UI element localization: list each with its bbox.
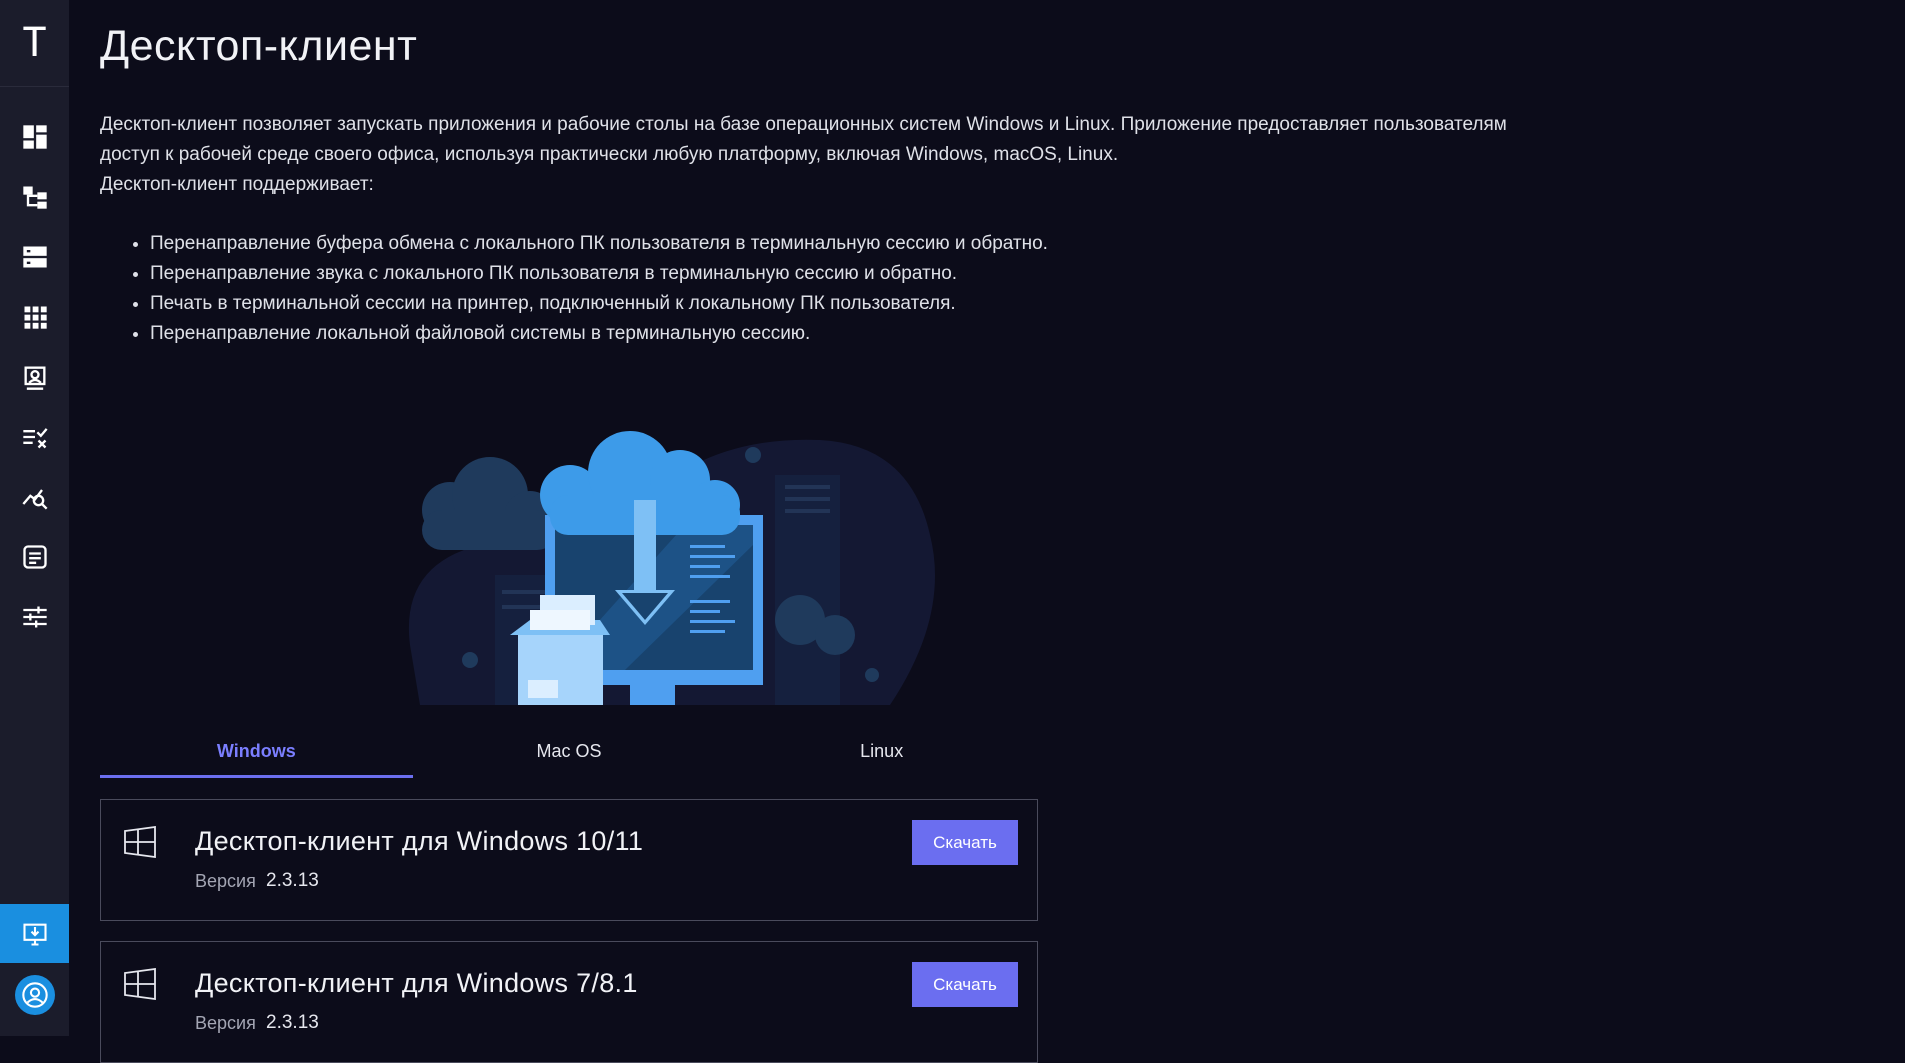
hierarchy-icon[interactable] <box>0 172 69 222</box>
version-value: 2.3.13 <box>266 870 319 891</box>
feature-item: Печать в терминальной сессии на принтер,… <box>150 289 1048 319</box>
intro-paragraph: Десктоп-клиент позволяет запускать прило… <box>100 114 1507 165</box>
app-logo[interactable]: T <box>0 0 69 87</box>
cloud-download-illustration <box>408 431 935 705</box>
download-card: Десктоп-клиент для Windows 10/11 Версия … <box>100 799 1038 921</box>
download-card: Десктоп-клиент для Windows 7/8.1 Версия … <box>100 941 1038 1063</box>
intro-text: Десктоп-клиент позволяет запускать прило… <box>100 110 1520 200</box>
os-tabs: Windows Mac OS Linux <box>100 724 1038 778</box>
user-avatar-icon[interactable] <box>14 975 55 1015</box>
windows-logo-icon <box>124 826 156 858</box>
card-title: Десктоп-клиент для Windows 10/11 <box>195 826 644 856</box>
feature-item: Перенаправление буфера обмена с локально… <box>150 229 1048 259</box>
card-title: Десктоп-клиент для Windows 7/8.1 <box>195 968 638 998</box>
version-label: Версия <box>195 1013 256 1033</box>
analytics-icon[interactable] <box>0 472 69 522</box>
version-label: Версия <box>195 871 256 891</box>
checklist-icon[interactable] <box>0 412 69 462</box>
sessions-icon[interactable] <box>0 532 69 582</box>
download-button[interactable]: Скачать <box>912 820 1018 865</box>
settings-sliders-icon[interactable] <box>0 592 69 642</box>
version-value: 2.3.13 <box>266 1012 319 1033</box>
download-button[interactable]: Скачать <box>912 962 1018 1007</box>
user-profile-icon[interactable] <box>0 352 69 402</box>
tab-macos[interactable]: Mac OS <box>413 724 726 778</box>
apps-grid-icon[interactable] <box>0 292 69 342</box>
sidebar: T <box>0 0 69 1036</box>
dashboard-icon[interactable] <box>0 112 69 162</box>
servers-icon[interactable] <box>0 232 69 282</box>
windows-logo-icon <box>124 968 156 1000</box>
page-title: Десктоп-клиент <box>100 22 418 70</box>
desktop-download-icon[interactable] <box>0 904 69 963</box>
tab-windows[interactable]: Windows <box>100 724 413 778</box>
avatar-wrap <box>0 965 69 1025</box>
feature-item: Перенаправление локальной файловой систе… <box>150 319 1048 349</box>
supports-label: Десктоп-клиент поддерживает: <box>100 174 374 195</box>
feature-list: Перенаправление буфера обмена с локально… <box>100 229 1048 349</box>
tab-linux[interactable]: Linux <box>725 724 1038 778</box>
feature-item: Перенаправление звука с локального ПК по… <box>150 259 1048 289</box>
